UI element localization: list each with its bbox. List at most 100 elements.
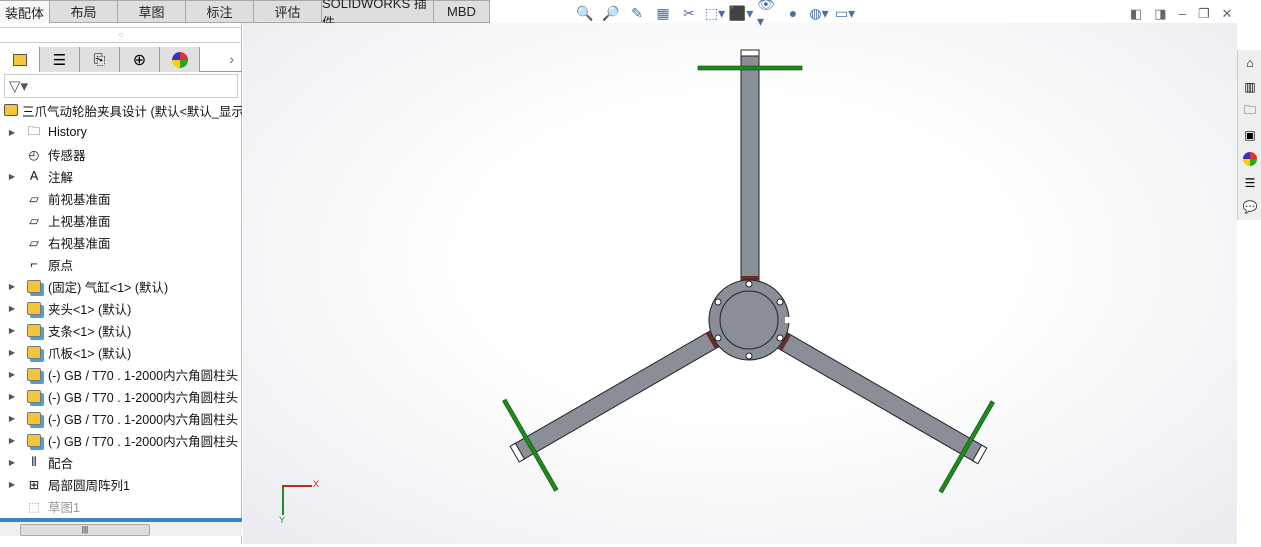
expand-arrow-icon[interactable]: ▶ (0, 326, 24, 335)
expand-arrow-icon[interactable]: ▶ (0, 128, 24, 137)
tree-item-label: 爪板<1> (默认) (48, 346, 132, 361)
graphics-area[interactable]: X Y (243, 23, 1237, 544)
expand-arrow-icon[interactable]: ▶ (0, 458, 24, 467)
tab-property-manager[interactable]: ☰ (40, 47, 80, 72)
tree-item[interactable]: ▶ ⫴ 配合 (0, 451, 242, 473)
tab-dimxpert-manager[interactable]: ⊕ (120, 47, 160, 72)
tree-item[interactable]: ▱ 上视基准面 (0, 209, 242, 231)
tree-item[interactable]: ▶ (-) GB / T70 . 1-2000内六角圆柱头 (0, 385, 242, 407)
tree-item[interactable]: ▶ (-) GB / T70 . 1-2000内六角圆柱头 (0, 407, 242, 429)
part-icon (24, 321, 44, 339)
task-pane-tabs: ⌂ ▥ 🗀 ▣ ☰ 💬 (1237, 50, 1261, 220)
tree-item[interactable]: ▶ ⊞ 局部圆周阵列1 (0, 473, 242, 495)
heads-up-view-toolbar: 🔍 🔎 ✎ ▦ ✂ ⬚▾ ⬛▾ 👁▾ ● ◍▾ ▭▾ (575, 0, 855, 29)
tree-item-label: 支条<1> (默认) (48, 324, 132, 339)
solidworks-resources-icon[interactable]: ⌂ (1239, 52, 1261, 74)
claw-plate (697, 65, 803, 71)
expand-arrow-icon[interactable]: ▶ (0, 304, 24, 313)
hide-show-items-icon[interactable]: 👁▾ (757, 0, 777, 29)
y-axis-label: Y (279, 515, 286, 525)
section-view-icon[interactable]: ▦ (653, 4, 673, 22)
dynamic-annotation-icon[interactable]: ✂ (679, 4, 699, 22)
horizontal-scrollbar[interactable]: ||| (0, 518, 242, 536)
part-icon (24, 387, 44, 405)
panel-grip[interactable]: ○ (0, 27, 242, 43)
tab-6[interactable]: MBD (434, 0, 490, 23)
tree-item[interactable]: ▶ A 注解 (0, 165, 242, 187)
tab-3[interactable]: 标注 (186, 0, 254, 23)
tab-configuration-manager[interactable]: ⎘ (80, 47, 120, 72)
expand-arrow-icon[interactable]: ▶ (0, 480, 24, 489)
collapse-right-icon[interactable]: ◨ (1154, 6, 1166, 22)
restore-icon[interactable]: ❐ (1198, 6, 1210, 22)
part-icon (24, 365, 44, 383)
assembly-icon (12, 53, 27, 66)
feature-manager-panel: ○ ☰ ⎘ ⊕ › ▽▾ 三爪气动轮胎夹具设计 (默认<默认_显示 ▶ 🗀 Hist… (0, 23, 242, 544)
tab-display-manager[interactable] (160, 47, 200, 72)
tab-5[interactable]: SOLIDWORKS 插件 (322, 0, 434, 30)
assembly-icon (4, 101, 18, 119)
display-style-icon[interactable]: ⬛▾ (729, 4, 753, 22)
zoom-to-area-icon[interactable]: 🔎 (601, 4, 621, 22)
tree-item[interactable]: ▶ (-) GB / T70 . 1-2000内六角圆柱头 (0, 429, 242, 451)
tree-item[interactable]: ⌐ 原点 (0, 253, 242, 275)
tab-0[interactable]: 装配体 (0, 0, 50, 23)
tree-item-label: 前视基准面 (48, 192, 111, 207)
zoom-to-fit-icon[interactable]: 🔍 (575, 4, 595, 22)
tree-item[interactable]: ◴ 传感器 (0, 143, 242, 165)
tree-filter[interactable]: ▽▾ (4, 74, 238, 98)
tree-item-label: 局部圆周阵列1 (48, 478, 130, 493)
annotation-icon: A (29, 169, 39, 183)
view-settings-icon[interactable]: ▭▾ (835, 4, 855, 22)
tree-item[interactable]: ▶ (-) GB / T70 . 1-2000内六角圆柱头 (0, 363, 242, 385)
command-manager-tabs: 装配体 布局 草图 标注 评估 SOLIDWORKS 插件 MBD (0, 0, 490, 30)
close-icon[interactable]: ✕ (1221, 6, 1232, 22)
expand-arrow-icon[interactable]: ▶ (0, 370, 24, 379)
arm (697, 49, 803, 285)
tab-4[interactable]: 评估 (254, 0, 322, 23)
tab-feature-manager[interactable] (0, 47, 40, 72)
tree-item-label: 夹头<1> (默认) (48, 302, 132, 317)
tree-item[interactable]: ▱ 前视基准面 (0, 187, 242, 209)
property-list-icon: ☰ (52, 51, 67, 69)
appearance-ball-icon (171, 51, 188, 68)
collapse-left-icon[interactable]: ◧ (1130, 6, 1142, 22)
x-axis-label: X (313, 479, 320, 489)
crosshair-icon: ⊕ (132, 51, 147, 69)
tree-item[interactable]: ▶ 🗀 History (0, 121, 242, 143)
expand-arrow-icon[interactable]: ▶ (0, 414, 24, 423)
view-orientation-icon[interactable]: ⬚▾ (705, 4, 725, 22)
tree-item[interactable]: ⬚ 草图1 (0, 495, 242, 517)
tree-item[interactable]: ▶ 夹头<1> (默认) (0, 297, 242, 319)
apply-scene-icon[interactable]: ◍▾ (809, 4, 829, 22)
previous-view-icon[interactable]: ✎ (627, 4, 647, 22)
file-explorer-icon[interactable]: 🗀 (1239, 100, 1261, 122)
tree-item[interactable]: ▱ 右视基准面 (0, 231, 242, 253)
forum-icon[interactable]: 💬 (1239, 196, 1261, 218)
part-icon (24, 343, 44, 361)
edit-appearance-icon[interactable]: ● (783, 4, 803, 22)
tab-1[interactable]: 布局 (50, 0, 118, 23)
more-tabs-chevron[interactable]: › (200, 47, 242, 71)
tree-item[interactable]: ▶ 支条<1> (默认) (0, 319, 242, 341)
expand-arrow-icon[interactable]: ▶ (0, 282, 24, 291)
design-library-icon[interactable]: ▥ (1239, 76, 1261, 98)
history-folder-icon: 🗀 (27, 123, 41, 138)
expand-arrow-icon[interactable]: ▶ (0, 392, 24, 401)
tree-item[interactable]: ▶ 爪板<1> (默认) (0, 341, 242, 363)
view-palette-icon[interactable]: ▣ (1239, 124, 1261, 146)
expand-arrow-icon[interactable]: ▶ (0, 348, 24, 357)
custom-properties-icon[interactable]: ☰ (1239, 172, 1261, 194)
tree-item-label: (-) GB / T70 . 1-2000内六角圆柱头 (48, 412, 239, 427)
tab-2[interactable]: 草图 (118, 0, 186, 23)
minimize-icon[interactable]: – (1179, 6, 1186, 22)
expand-arrow-icon[interactable]: ▶ (0, 436, 24, 445)
scroll-thumb[interactable]: ||| (20, 524, 150, 536)
expand-arrow-icon[interactable]: ▶ (0, 172, 24, 181)
appearances-icon[interactable] (1239, 148, 1261, 170)
tree-item-label: (-) GB / T70 . 1-2000内六角圆柱头 (48, 434, 239, 449)
tree-item[interactable]: ▶ (固定) 气缸<1> (默认) (0, 275, 242, 297)
tree-root[interactable]: 三爪气动轮胎夹具设计 (默认<默认_显示 (0, 99, 242, 121)
claw-plate (938, 400, 995, 494)
claw-plate (502, 398, 559, 492)
